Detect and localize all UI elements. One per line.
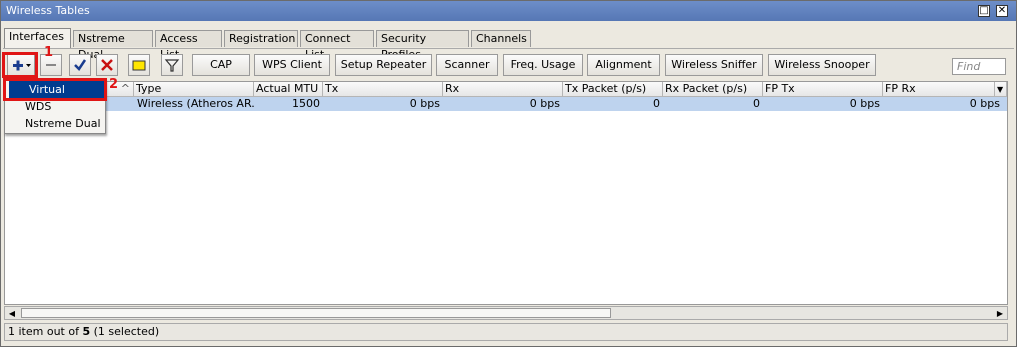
annotation-number-2: 2 — [109, 77, 119, 92]
title-bar[interactable]: Wireless Tables □ ✕ — [1, 1, 1016, 21]
interfaces-table: ^ Type Actual MTU Tx Rx Tx Packet (p/s) … — [4, 81, 1008, 305]
wireless-snooper-button[interactable]: Wireless Snooper — [768, 54, 876, 76]
cell-tx: 0 bps — [409, 97, 440, 110]
column-header-actual-mtu[interactable]: Actual MTU — [254, 82, 323, 97]
scanner-button[interactable]: Scanner — [436, 54, 498, 76]
sort-icon: ^ — [120, 82, 130, 95]
tab-channels[interactable]: Channels — [471, 30, 531, 47]
disable-button[interactable] — [96, 54, 118, 76]
wireless-sniffer-button[interactable]: Wireless Sniffer — [665, 54, 763, 76]
filter-button[interactable] — [161, 54, 183, 76]
column-header-type[interactable]: Type — [134, 82, 254, 97]
alignment-button[interactable]: Alignment — [587, 54, 660, 76]
scroll-right-icon[interactable]: ▶ — [994, 308, 1006, 319]
status-suffix: (1 selected) — [90, 325, 160, 338]
comment-button[interactable] — [128, 54, 150, 76]
cell-rx: 0 bps — [529, 97, 560, 110]
column-header-fp-tx[interactable]: FP Tx — [763, 82, 883, 97]
column-header-rx-packet[interactable]: Rx Packet (p/s) — [663, 82, 763, 97]
cell-tx-packet: 0 — [653, 97, 660, 110]
annotation-number-1: 1 — [44, 45, 54, 60]
cell-fp-tx: 0 bps — [849, 97, 880, 110]
annotation-box-1 — [2, 52, 38, 78]
cell-mtu: 1500 — [292, 97, 320, 110]
columns-menu[interactable]: ▼ — [995, 82, 1007, 97]
cap-button[interactable]: CAP — [192, 54, 250, 76]
divider — [3, 48, 1014, 49]
maximize-icon[interactable]: □ — [978, 5, 990, 17]
tab-access-list[interactable]: Access List — [155, 30, 222, 61]
wps-client-button[interactable]: WPS Client — [254, 54, 330, 76]
column-header-rx[interactable]: Rx — [443, 82, 563, 97]
annotation-box-2 — [3, 78, 107, 101]
status-bar: 1 item out of 5 (1 selected) — [4, 323, 1008, 341]
status-prefix: 1 item out of — [8, 325, 83, 338]
cell-type: Wireless (Atheros AR... — [137, 97, 254, 110]
menu-item-nstreme-dual[interactable]: Nstreme Dual — [5, 115, 105, 132]
tab-nstreme-dual[interactable]: Nstreme Dual — [73, 30, 153, 61]
tab-security-profiles[interactable]: Security Profiles — [376, 30, 469, 61]
chevron-down-icon: ▼ — [997, 85, 1004, 94]
column-header-tx-packet[interactable]: Tx Packet (p/s) — [563, 82, 663, 97]
column-header-fp-rx[interactable]: FP Rx — [883, 82, 995, 97]
freq-usage-button[interactable]: Freq. Usage — [503, 54, 583, 76]
checkmark-icon — [74, 59, 87, 71]
tab-connect-list[interactable]: Connect List — [300, 30, 374, 61]
filter-icon — [164, 59, 180, 72]
setup-repeater-button[interactable]: Setup Repeater — [335, 54, 432, 76]
close-icon[interactable]: ✕ — [996, 5, 1008, 17]
note-icon — [132, 60, 146, 71]
scroll-left-icon[interactable]: ◀ — [6, 308, 18, 319]
wireless-tables-window: Wireless Tables □ ✕ Interfaces Nstreme D… — [0, 0, 1017, 347]
status-count: 5 — [82, 325, 91, 338]
find-input[interactable]: Find — [952, 58, 1006, 75]
tab-registration[interactable]: Registration — [224, 30, 298, 47]
horizontal-scrollbar[interactable]: ◀ ▶ — [4, 306, 1008, 320]
scroll-thumb[interactable] — [21, 308, 611, 318]
cell-fp-rx: 0 bps — [969, 97, 1000, 110]
window-title: Wireless Tables — [6, 4, 90, 17]
cell-rx-packet: 0 — [753, 97, 760, 110]
table-row[interactable]: Wireless (Atheros AR... 1500 0 bps 0 bps… — [5, 97, 1007, 111]
tab-interfaces[interactable]: Interfaces — [4, 28, 71, 49]
x-icon — [101, 59, 113, 71]
column-header-tx[interactable]: Tx — [323, 82, 443, 97]
enable-button[interactable] — [69, 54, 91, 76]
